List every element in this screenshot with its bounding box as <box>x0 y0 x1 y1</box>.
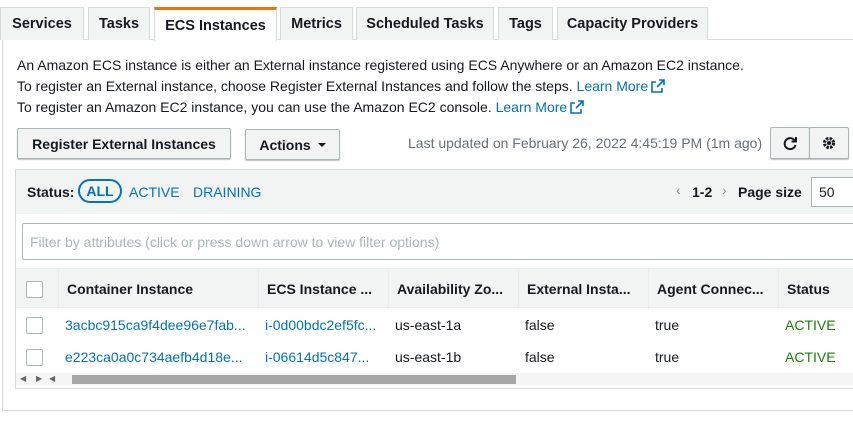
settings-button[interactable] <box>809 127 849 159</box>
table-row: 3acbc915ca9f4dee96e7fab... i-0d00bdc2ef5… <box>16 309 853 341</box>
status-filter-all[interactable]: ALL <box>78 179 122 203</box>
previous-page-icon[interactable]: ‹ <box>676 182 681 198</box>
ecs-instance-link[interactable]: i-0d00bdc2ef5fc... <box>265 309 383 341</box>
container-instance-link[interactable]: e223ca0a0c734aefb4d18e... <box>65 341 250 373</box>
actions-dropdown-button[interactable]: Actions <box>245 129 340 160</box>
instances-table: Status: ALL ACTIVE DRAINING ‹ 1-2 › Page… <box>15 169 853 389</box>
tab-ecs-instances[interactable]: ECS Instances <box>154 7 277 41</box>
availability-zone-cell: us-east-1a <box>395 317 462 333</box>
select-all-checkbox[interactable] <box>26 281 43 298</box>
description-line-3: To register an Amazon EC2 instance, you … <box>17 99 585 115</box>
row-select-checkbox[interactable] <box>26 349 43 366</box>
status-filter-draining[interactable]: DRAINING <box>193 184 261 200</box>
description-line-1: An Amazon ECS instance is either an Exte… <box>17 57 744 73</box>
column-header-ecs-instance[interactable]: ECS Instance ... <box>258 269 388 309</box>
table-row: e223ca0a0c734aefb4d18e... i-06614d5c847.… <box>16 341 853 373</box>
page-size-input[interactable]: 50 <box>811 177 853 207</box>
tab-bar: Services Tasks ECS Instances Metrics Sch… <box>0 0 853 41</box>
external-link-icon <box>570 100 585 114</box>
tab-capacity-providers[interactable]: Capacity Providers <box>557 7 708 40</box>
caret-down-icon <box>317 142 326 147</box>
page-size-label: Page size <box>738 184 802 200</box>
column-header-status[interactable]: Status <box>778 269 853 309</box>
availability-zone-cell: us-east-1b <box>395 349 462 365</box>
refresh-button[interactable] <box>770 127 810 159</box>
scroll-left-icon[interactable]: ◀ <box>20 373 26 385</box>
table-toolbar: Status: ALL ACTIVE DRAINING ‹ 1-2 › Page… <box>16 170 853 214</box>
status-cell: ACTIVE <box>785 317 836 333</box>
attribute-filter-input[interactable]: Filter by attributes (click or press dow… <box>22 223 853 260</box>
agent-connected-cell: true <box>655 349 680 365</box>
next-page-icon[interactable]: › <box>722 182 727 198</box>
column-header-agent-connected[interactable]: Agent Connec... <box>648 269 778 309</box>
container-instance-link[interactable]: 3acbc915ca9f4dee96e7fab... <box>65 309 250 341</box>
status-filter-label: Status: <box>27 184 75 200</box>
status-filter-active[interactable]: ACTIVE <box>129 184 180 200</box>
external-link-icon <box>651 79 665 93</box>
gear-icon <box>822 136 836 150</box>
ecs-instance-link[interactable]: i-06614d5c847... <box>265 341 383 373</box>
column-header-container-instance[interactable]: Container Instance <box>58 269 258 309</box>
description-line-2: To register an External instance, choose… <box>17 78 665 94</box>
column-header-external-instance[interactable]: External Insta... <box>518 269 648 309</box>
tab-services[interactable]: Services <box>0 7 84 40</box>
external-instance-cell: false <box>525 317 555 333</box>
tab-metrics[interactable]: Metrics <box>280 7 353 40</box>
row-select-checkbox[interactable] <box>26 317 43 334</box>
external-instance-cell: false <box>525 349 555 365</box>
tab-scheduled-tasks[interactable]: Scheduled Tasks <box>356 7 494 40</box>
scroll-left-icon[interactable]: ◀ <box>49 373 55 385</box>
tab-tasks[interactable]: Tasks <box>88 7 150 40</box>
tab-tags[interactable]: Tags <box>498 7 553 40</box>
status-cell: ACTIVE <box>785 349 836 365</box>
learn-more-link-ec2[interactable]: Learn More <box>496 99 585 115</box>
scroll-right-icon[interactable]: ▶ <box>36 373 42 385</box>
refresh-icon <box>783 137 797 151</box>
column-header-availability-zone[interactable]: Availability Zo... <box>388 269 518 309</box>
last-updated-text: Last updated on February 26, 2022 4:45:1… <box>408 135 763 151</box>
page-range: 1-2 <box>692 184 713 200</box>
register-external-instances-button[interactable]: Register External Instances <box>17 128 231 159</box>
scrollbar-thumb[interactable] <box>72 375 516 384</box>
table-header: Container Instance ECS Instance ... Avai… <box>16 268 853 309</box>
learn-more-link-external[interactable]: Learn More <box>577 78 666 94</box>
agent-connected-cell: true <box>655 317 680 333</box>
horizontal-scrollbar[interactable]: ◀ ▶ ◀ <box>16 373 853 385</box>
